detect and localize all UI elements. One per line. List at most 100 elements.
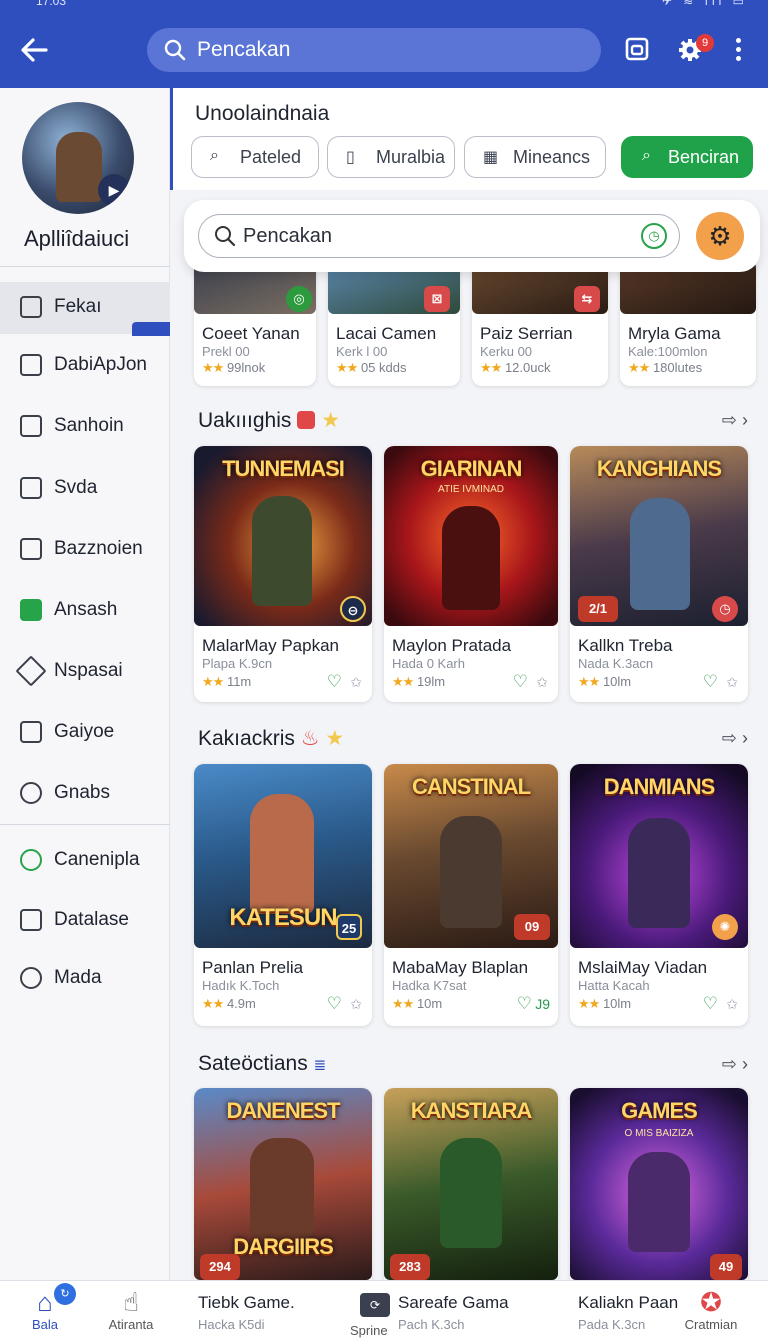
app-bar: 17:03 ✈ ≋ ıll ▭ Pencakan 9 [0, 0, 768, 88]
sidebar-divider [0, 266, 170, 267]
cover-title: TUNNEMASI [222, 456, 345, 481]
top-search-placeholder: Pencakan [197, 38, 291, 61]
peek-card[interactable]: Sareafe Gama Pach K.3ch [398, 1293, 509, 1332]
grid-icon [20, 477, 42, 499]
cover-subtitle: O MIS BAIZIZA [624, 1128, 694, 1139]
nav-home[interactable]: ⌂ Bala [0, 1287, 90, 1332]
favorite-heart-icon[interactable]: ♡ [513, 672, 528, 692]
game-rating: ★★ 10lm [578, 996, 632, 1011]
rate-star-icon[interactable]: ✩ [350, 996, 362, 1013]
game-card[interactable]: TUNNEMASI ⊖ MalarMay Papkan Plapa K.9cn … [194, 446, 372, 702]
sidebar-item-label: Sanhoin [54, 415, 124, 436]
active-indicator [132, 322, 170, 336]
more-menu-icon[interactable] [732, 36, 744, 64]
section-more-button[interactable]: ⇨ › [722, 1054, 748, 1075]
sidebar-item-label: Gaiyoe [54, 721, 115, 742]
game-rating: ★★ 10lm [578, 674, 632, 689]
sidebar-item-nspasai[interactable]: Nspasai [0, 646, 170, 698]
filter-gear-button[interactable]: ⚙ [696, 212, 744, 260]
rate-star-icon[interactable]: ✩ [536, 674, 548, 691]
sidebar-item-svda[interactable]: Svda [0, 463, 170, 515]
section-header: Uakıııghis ★ [198, 408, 340, 433]
game-card[interactable]: KATESUN 25 Panlan Prelia Hadık K.Toch ★★… [194, 764, 372, 1026]
grid-icon [20, 721, 42, 743]
section-more-button[interactable]: ⇨ › [722, 410, 748, 431]
chip-mineancs[interactable]: ▦ Mineancs [464, 136, 606, 178]
chip-pateled[interactable]: ⌕ Pateled [191, 136, 319, 178]
avatar-figure [56, 132, 102, 202]
peek-subtitle: Pach K.3ch [398, 1317, 465, 1332]
bottom-navigation: ⌂ Bala ↻ ☝ Atiranta Tiebk Game. Hacka K5d… [0, 1280, 768, 1344]
search-icon: ⌕ [642, 147, 651, 164]
peek-title: Sareafe Gama [398, 1293, 509, 1312]
rate-star-icon[interactable]: ✩ [726, 674, 738, 691]
rate-star-icon[interactable]: ✩ [350, 674, 362, 691]
favorite-heart-icon[interactable]: ♡ [703, 994, 718, 1014]
nav-atiranta[interactable]: ☝ Atiranta [86, 1287, 176, 1332]
button-label: Benciran [668, 147, 740, 167]
favorite-heart-icon[interactable]: ♡ [703, 672, 718, 692]
sidebar-item-dabiapjon[interactable]: DabiApJon [0, 340, 170, 392]
game-subtitle: Nada K.3acn [578, 656, 654, 671]
sidebar-item-bazznoien[interactable]: Bazznoien [0, 524, 170, 576]
game-card[interactable]: KANSTIARA 283 [384, 1088, 558, 1280]
section-more-button[interactable]: ⇨ › [722, 728, 748, 749]
heart-icon [20, 782, 42, 804]
sidebar-item-canenipla[interactable]: Canenipla [0, 835, 170, 887]
sidebar-item-mada[interactable]: Mada [0, 953, 170, 1005]
game-card[interactable]: GIARINAN ATIE IVMINAD Maylon Pratada Had… [384, 446, 558, 702]
benciran-button[interactable]: ⌕ Benciran [621, 136, 753, 178]
game-card[interactable]: DANMIANS ✺ MslaiMay Viadan Hatta Kacah ★… [570, 764, 748, 1026]
play-icon[interactable]: ▶ [98, 174, 130, 206]
search-card: Pencakan ◷ ⚙ [184, 200, 760, 272]
game-card[interactable]: GAMES O MIS BAIZIZA 49 [570, 1088, 748, 1280]
save-icon[interactable] [622, 34, 652, 64]
search-input[interactable]: Pencakan ◷ [198, 214, 680, 258]
game-card[interactable]: ⇆ Paiz Serrian Kerku 00 ★★ 12.0uck [472, 258, 608, 386]
game-card[interactable]: DANENEST DARGIIRS 294 [194, 1088, 372, 1280]
cover-figure [628, 818, 690, 928]
favorite-heart-icon[interactable]: ♡ [327, 994, 342, 1014]
game-card[interactable]: KANGHIANS 2/1 ◷ Kallkn Treba Nada K.3acn… [570, 446, 748, 702]
nav-cratmian[interactable]: ✪ Cratmian [666, 1287, 756, 1332]
section-header: Kakıackris ♨ ★ [198, 726, 344, 751]
cover-title: GIARINAN [420, 456, 523, 481]
game-badge: ✺ [712, 914, 738, 940]
chip-label: Muralbia [376, 147, 446, 167]
sidebar-item-label: Ansash [54, 599, 118, 620]
game-card[interactable]: ⊠ Lacai Camen Kerk l 00 ★★ 05 kdds [328, 258, 460, 386]
sidebar-item-ansash[interactable]: Ansash [0, 585, 170, 637]
peek-card[interactable]: Kaliakn Paan Pada K.3cn [578, 1293, 678, 1332]
clock-icon[interactable]: ◷ [641, 223, 667, 249]
cover-figure [628, 1152, 690, 1252]
game-rating: ★★ 10m [392, 996, 443, 1011]
cover-figure [440, 1138, 502, 1248]
chip-muralbia[interactable]: ▯ Muralbia [327, 136, 455, 178]
section-header: Sateöctians ≣ [198, 1052, 326, 1076]
game-badge: 25 [336, 914, 362, 940]
sidebar-item-gnabs[interactable]: Gnabs [0, 768, 170, 820]
game-badge: ⊠ [424, 286, 450, 312]
game-card[interactable]: Mryla Gama Kale:100mlon ★★ 180lutes [620, 258, 756, 386]
peek-title: Tiebk Game. [198, 1293, 295, 1312]
sidebar-item-sanhoin[interactable]: Sanhoin [0, 401, 170, 453]
cover-figure [442, 506, 500, 610]
peek-small-label: Sprine [350, 1323, 388, 1338]
rate-star-icon[interactable]: ✩ [726, 996, 738, 1013]
cover-figure [250, 794, 314, 914]
game-rating: ★★ 19lm [392, 674, 446, 689]
sidebar-item-datalase[interactable]: Datalase [0, 895, 170, 947]
peek-card[interactable]: Tiebk Game. Hacka K5di [198, 1293, 295, 1332]
back-arrow-icon[interactable] [16, 32, 52, 68]
game-card[interactable]: CANSTINAL 09 MabaMay Blaplan Hadka K7sat… [384, 764, 558, 1026]
sidebar-item-gaiyoe[interactable]: Gaiyoe [0, 707, 170, 759]
avatar[interactable]: ▶ [22, 102, 134, 214]
sidebar-item-fekai[interactable]: Fekaı [0, 282, 170, 336]
game-card[interactable]: ◎ Coeet Yanan Prekl 00 ★★ 99lnok [194, 258, 316, 386]
top-search-bar[interactable]: Pencakan [147, 28, 601, 72]
favorite-heart-icon[interactable]: ♡ [517, 994, 532, 1014]
sidebar-item-label: Datalase [54, 909, 129, 930]
game-rating: ★★ 12.0uck [480, 360, 551, 375]
game-badge: 09 [514, 914, 550, 940]
favorite-heart-icon[interactable]: ♡ [327, 672, 342, 692]
